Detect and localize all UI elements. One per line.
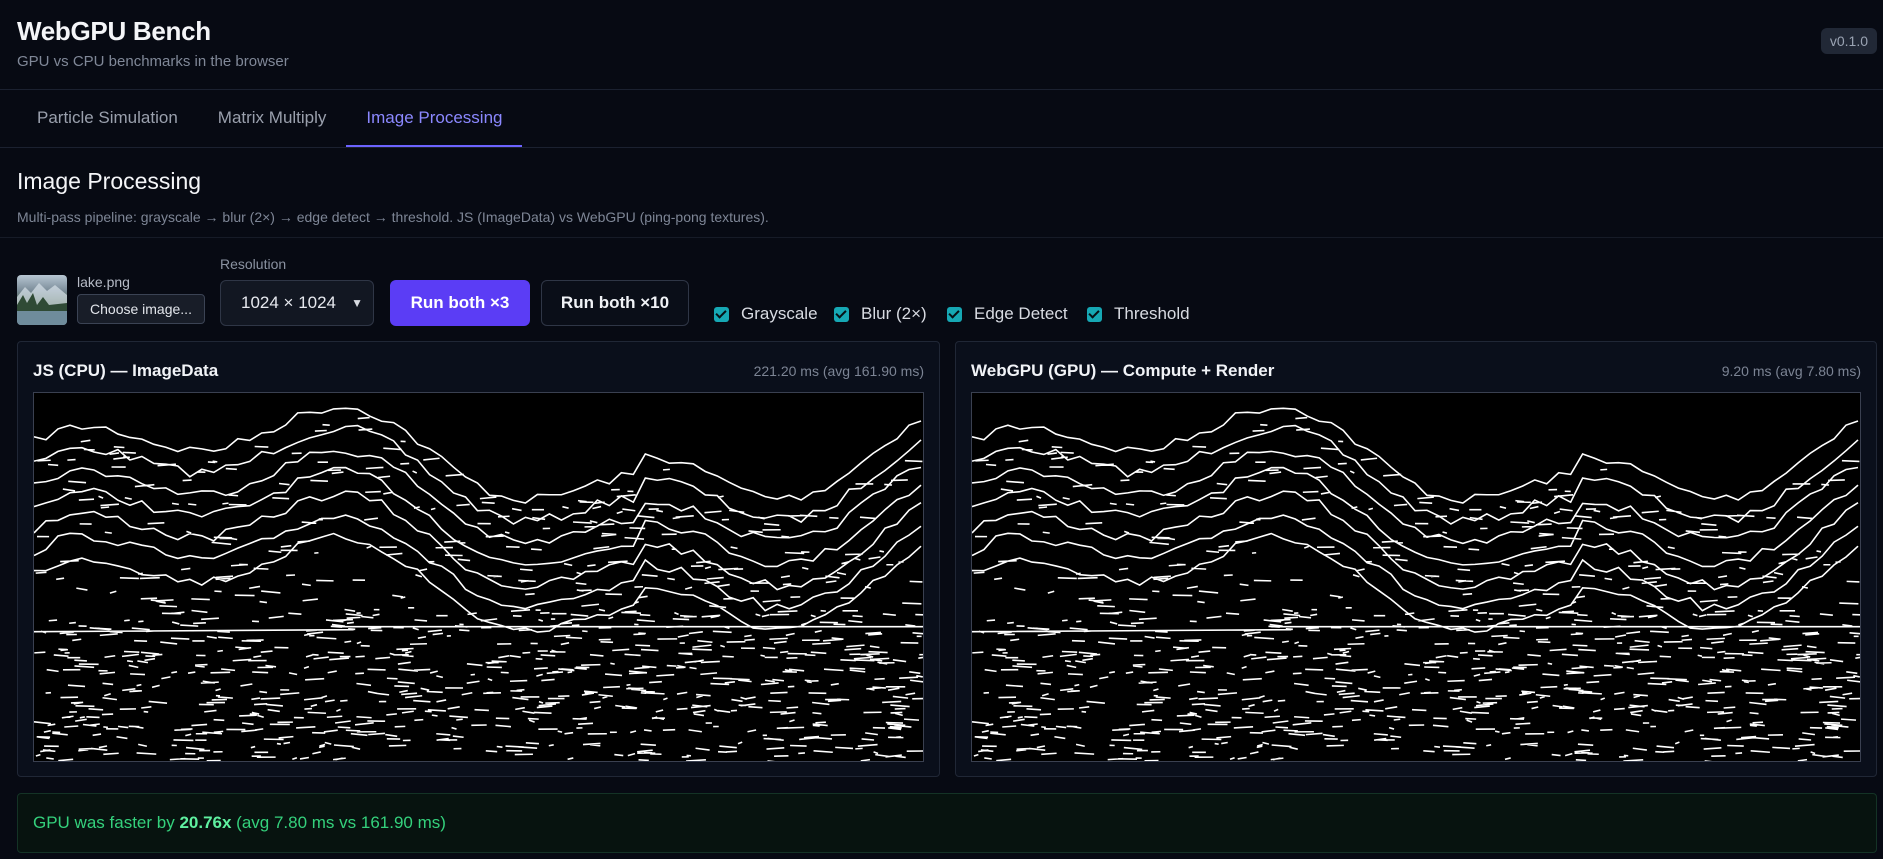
- checkbox-label: Blur (2×): [861, 304, 927, 323]
- checkbox-checked-icon[interactable]: [947, 306, 962, 322]
- chevron-down-icon: ▼: [351, 296, 363, 310]
- tab-particle-simulation[interactable]: Particle Simulation: [17, 90, 198, 147]
- checkbox-edge-detect[interactable]: Edge Detect: [947, 303, 1068, 325]
- app-header: WebGPU Bench GPU vs CPU benchmarks in th…: [0, 0, 1883, 90]
- choose-image-button[interactable]: Choose image...: [77, 294, 205, 324]
- checkbox-label: Edge Detect: [974, 304, 1068, 323]
- cpu-output-canvas: [33, 392, 924, 762]
- app-subtitle: GPU vs CPU benchmarks in the browser: [17, 53, 289, 70]
- cpu-panel: JS (CPU) — ImageData 221.20 ms (avg 161.…: [17, 341, 940, 777]
- gpu-panel-title: WebGPU (GPU) — Compute + Render: [971, 361, 1275, 380]
- tab-image-processing[interactable]: Image Processing: [346, 90, 523, 147]
- app-title: WebGPU Bench: [17, 16, 211, 46]
- image-thumbnail: [17, 275, 67, 325]
- cpu-panel-timing: 221.20 ms (avg 161.90 ms): [753, 363, 924, 379]
- gpu-panel: WebGPU (GPU) — Compute + Render 9.20 ms …: [955, 341, 1877, 777]
- checkbox-grayscale[interactable]: Grayscale: [714, 303, 818, 325]
- resolution-label: Resolution: [220, 256, 287, 272]
- checkbox-checked-icon[interactable]: [1087, 306, 1102, 322]
- result-summary: GPU was faster by 20.76x (avg 7.80 ms vs…: [17, 793, 1877, 853]
- checkbox-checked-icon[interactable]: [834, 306, 849, 322]
- version-badge: v0.1.0: [1820, 28, 1877, 54]
- tab-bar: Particle Simulation Matrix Multiply Imag…: [0, 90, 1883, 148]
- checkbox-label: Threshold: [1114, 304, 1190, 323]
- speedup-factor: 20.76x: [179, 813, 232, 832]
- checkbox-checked-icon[interactable]: [714, 306, 729, 322]
- section-description: Multi-pass pipeline: grayscale → blur (2…: [17, 209, 769, 225]
- section-title: Image Processing: [17, 168, 202, 194]
- tab-matrix-multiply[interactable]: Matrix Multiply: [198, 90, 347, 147]
- edge-output-strokes: [972, 407, 1860, 761]
- edge-output-strokes: [34, 407, 923, 761]
- cpu-panel-title: JS (CPU) — ImageData: [33, 361, 219, 380]
- checkbox-threshold[interactable]: Threshold: [1087, 303, 1190, 325]
- checkbox-blur[interactable]: Blur (2×): [834, 303, 927, 325]
- checkbox-label: Grayscale: [741, 304, 818, 323]
- run-both-x10-button[interactable]: Run both ×10: [541, 280, 689, 326]
- file-name: lake.png: [77, 274, 130, 290]
- section-header: Image Processing Multi-pass pipeline: gr…: [0, 148, 1883, 238]
- resolution-value: 1024 × 1024: [241, 293, 337, 312]
- gpu-panel-timing: 9.20 ms (avg 7.80 ms): [1721, 363, 1861, 379]
- result-suffix: (avg 7.80 ms vs 161.90 ms): [231, 813, 446, 832]
- run-both-x3-button[interactable]: Run both ×3: [390, 280, 530, 326]
- resolution-select[interactable]: 1024 × 1024 ▼: [220, 280, 374, 326]
- gpu-output-canvas: [971, 392, 1861, 762]
- result-prefix: GPU was faster by: [33, 813, 180, 832]
